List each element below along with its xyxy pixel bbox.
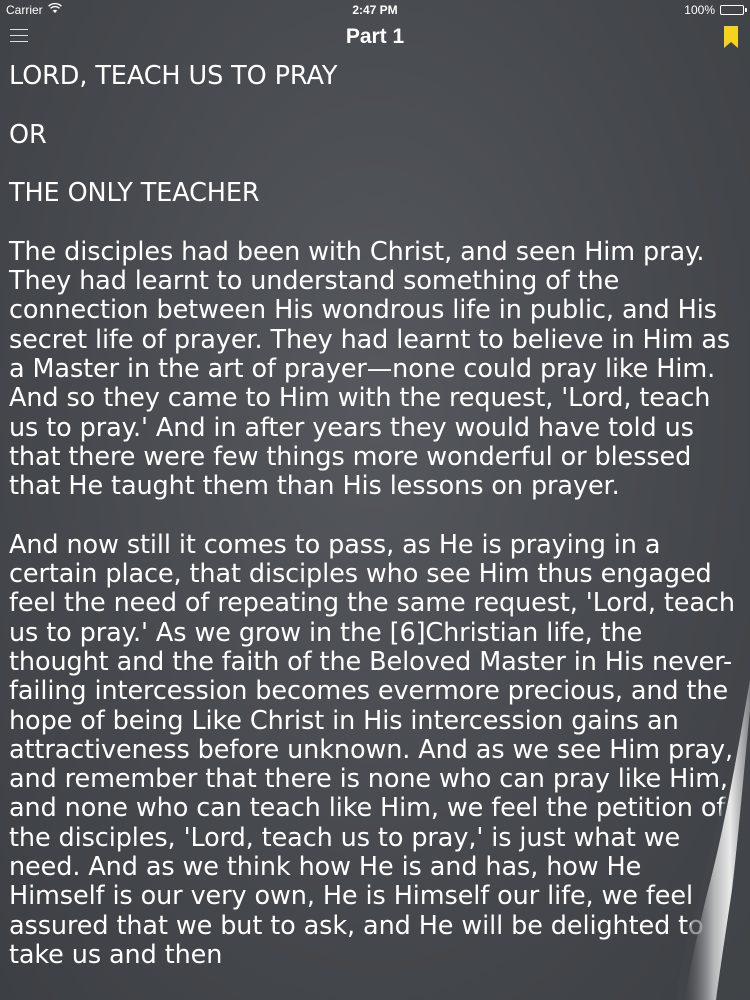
status-time: 2:47 PM bbox=[352, 3, 398, 17]
page-curl-icon[interactable] bbox=[620, 680, 750, 1000]
status-right: 100% bbox=[684, 3, 747, 17]
book-title: LORD, TEACH US TO PRAY bbox=[9, 61, 338, 91]
bookmark-icon[interactable] bbox=[724, 26, 738, 48]
chapter-title: Part 1 bbox=[345, 25, 405, 48]
title-separator: OR bbox=[9, 119, 47, 150]
navigation-bar: Part 1 bbox=[0, 20, 750, 56]
paragraph: The disciples had been with Christ, and … bbox=[9, 236, 731, 502]
status-bar: Carrier 2:47 PM 100% bbox=[0, 0, 750, 20]
battery-percent: 100% bbox=[684, 3, 715, 17]
battery-icon bbox=[720, 5, 747, 15]
book-subtitle: THE ONLY TEACHER bbox=[9, 178, 260, 209]
